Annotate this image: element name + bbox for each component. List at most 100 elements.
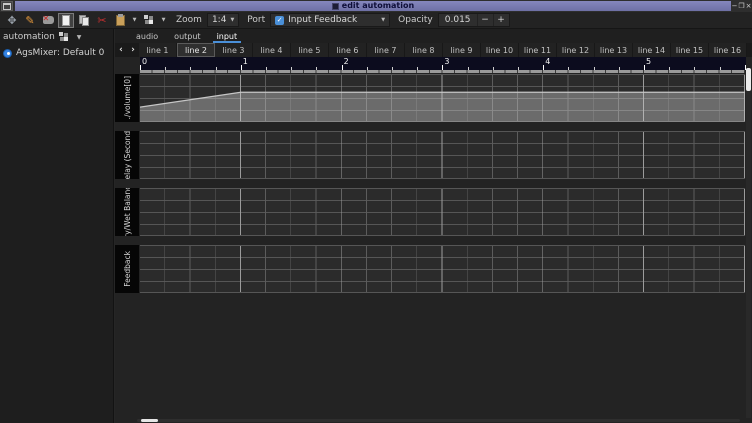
menu-tool-dropdown[interactable]: ▼ xyxy=(159,13,168,28)
position-tool[interactable]: ✥ xyxy=(4,13,20,28)
toolbar: ✥ ✎ ✂ ▼ ▼ Zoom 1:4 ▼ Port ✓ Input Feedback ▼… xyxy=(0,12,752,29)
opacity-label: Opacity xyxy=(398,15,433,25)
minimize-button[interactable]: − xyxy=(731,1,738,11)
line-tab-line-4[interactable]: line 4 xyxy=(253,43,291,57)
horizontal-scrollbar-thumb[interactable] xyxy=(141,419,158,422)
line-tab-line-9[interactable]: line 9 xyxy=(443,43,481,57)
clear-tool-icon xyxy=(43,16,54,24)
cut-tool-icon: ✂ xyxy=(97,15,106,26)
vertical-scrollbar[interactable] xyxy=(746,68,751,418)
ruler-number: 1 xyxy=(243,57,248,66)
line-tab-line-7[interactable]: line 7 xyxy=(367,43,405,57)
menu-tool[interactable] xyxy=(141,13,157,28)
restore-button[interactable]: ❐ xyxy=(738,1,745,11)
ruler-number: 0 xyxy=(142,57,147,66)
automation-grid-4[interactable] xyxy=(140,245,745,293)
tab-input[interactable]: input xyxy=(209,29,246,43)
chevron-down-icon: ▼ xyxy=(230,17,234,23)
line-tab-line-16[interactable]: line 16 xyxy=(709,43,747,57)
chevron-down-icon[interactable]: ▼ xyxy=(77,34,82,41)
opacity-increment-button[interactable]: + xyxy=(493,14,509,26)
opacity-decrement-button[interactable]: − xyxy=(477,14,493,26)
line-tab-line-12[interactable]: line 12 xyxy=(557,43,595,57)
select-tool-icon xyxy=(62,15,70,26)
paste-tool[interactable] xyxy=(112,13,128,28)
line-tab-line-1[interactable]: line 1 xyxy=(139,43,177,57)
ruler-number: 2 xyxy=(344,57,349,66)
copy-tool[interactable] xyxy=(76,13,92,28)
track-label-text: Dry/Wet Balance xyxy=(123,188,132,236)
close-button[interactable]: × xyxy=(745,1,752,11)
port-checkbox[interactable]: ✓ xyxy=(275,16,284,25)
port-value: Input Feedback xyxy=(288,15,357,25)
clear-tool[interactable] xyxy=(40,13,56,28)
line-tab-line-3[interactable]: line 3 xyxy=(215,43,253,57)
automation-editor: audiooutputinput ‹›line 1line 2line 3lin… xyxy=(115,29,752,423)
machine-radio[interactable] xyxy=(3,49,12,58)
automation-curve[interactable] xyxy=(140,74,745,122)
zoom-label: Zoom xyxy=(176,15,202,25)
automation-grid-3[interactable] xyxy=(140,188,745,236)
vertical-scrollbar-thumb[interactable] xyxy=(746,68,751,91)
window-title: edit automation xyxy=(342,1,414,11)
port-label: Port xyxy=(247,15,265,25)
line-tab-line-13[interactable]: line 13 xyxy=(595,43,633,57)
titlebar: edit automation − ❐ × xyxy=(0,0,752,12)
window-icon xyxy=(3,3,11,10)
automation-grid-2[interactable] xyxy=(140,131,745,179)
cut-tool[interactable]: ✂ xyxy=(94,13,110,28)
opacity-spinbox: 0.015 − + xyxy=(438,13,510,27)
line-tab-line-5[interactable]: line 5 xyxy=(291,43,329,57)
track-label-text: Feedback xyxy=(123,251,132,287)
line-tab-line-10[interactable]: line 10 xyxy=(481,43,519,57)
machine-sidebar: automation ▼ AgsMixer: Default 0 xyxy=(0,29,114,423)
select-tool[interactable] xyxy=(58,13,74,28)
ruler-number: 5 xyxy=(646,57,651,66)
automation-track-row: Dry/Wet Balance xyxy=(115,188,746,236)
machine-label: AgsMixer: Default 0 xyxy=(16,48,104,58)
line-tab-line-6[interactable]: line 6 xyxy=(329,43,367,57)
line-tab-line-11[interactable]: line 11 xyxy=(519,43,557,57)
line-tab-line-14[interactable]: line 14 xyxy=(633,43,671,57)
window-menu-button[interactable] xyxy=(1,1,13,11)
paste-tool-icon xyxy=(116,15,125,26)
track-label: ./volume[0] xyxy=(115,74,139,122)
machine-radio-row[interactable]: AgsMixer: Default 0 xyxy=(0,42,113,58)
track-label-text: ./volume[0] xyxy=(123,76,132,119)
machine-selector-icon xyxy=(59,32,69,42)
opacity-value[interactable]: 0.015 xyxy=(439,14,477,26)
track-label: Delay (Seconds) xyxy=(115,131,139,179)
track-label-text: Delay (Seconds) xyxy=(123,131,132,179)
ruler-number: 3 xyxy=(444,57,449,66)
channel-type-tabs: audiooutputinput xyxy=(115,29,752,43)
line-tabs-next-button[interactable]: › xyxy=(127,43,139,57)
line-tabs: ‹›line 1line 2line 3line 4line 5line 6li… xyxy=(115,43,752,57)
line-tab-line-2[interactable]: line 2 xyxy=(177,43,215,57)
position-tool-icon: ✥ xyxy=(7,15,16,26)
automation-track-row: Feedback xyxy=(115,245,746,293)
line-tab-line-15[interactable]: line 15 xyxy=(671,43,709,57)
edit-tool-icon: ✎ xyxy=(25,15,34,26)
app-icon xyxy=(332,3,339,10)
horizontal-scrollbar[interactable] xyxy=(137,419,740,422)
track-label: Feedback xyxy=(115,245,139,293)
tab-audio[interactable]: audio xyxy=(128,29,166,43)
chevron-down-icon: ▼ xyxy=(381,17,385,23)
port-select[interactable]: ✓ Input Feedback ▼ xyxy=(270,13,390,27)
edit-tool[interactable]: ✎ xyxy=(22,13,38,28)
ruler-number: 4 xyxy=(545,57,550,66)
paste-tool-dropdown[interactable]: ▼ xyxy=(130,13,139,28)
sidebar-title: automation xyxy=(3,32,55,42)
tab-output[interactable]: output xyxy=(166,29,208,43)
menu-tool-icon xyxy=(144,15,154,25)
line-tabs-prev-button[interactable]: ‹ xyxy=(115,43,127,57)
track-label: Dry/Wet Balance xyxy=(115,188,139,236)
titlebar-strip: edit automation xyxy=(15,1,731,11)
copy-tool-icon xyxy=(79,15,90,26)
edit-automation-window: edit automation − ❐ × ✥ ✎ ✂ ▼ ▼ Zoom 1:4 ▼ P… xyxy=(0,0,752,423)
position-ruler: 0123456 xyxy=(140,57,746,70)
zoom-value: 1:4 xyxy=(212,15,226,25)
automation-track-row: Delay (Seconds) xyxy=(115,131,746,179)
line-tab-line-8[interactable]: line 8 xyxy=(405,43,443,57)
zoom-select[interactable]: 1:4 ▼ xyxy=(207,13,239,27)
